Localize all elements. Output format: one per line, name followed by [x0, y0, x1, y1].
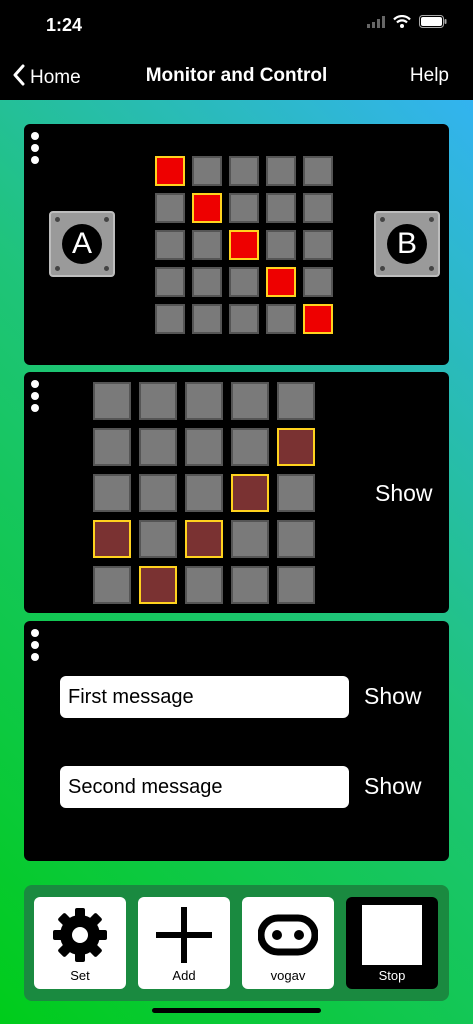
- pattern-cell[interactable]: [231, 474, 269, 512]
- button-a[interactable]: A: [49, 211, 115, 277]
- pattern-cell[interactable]: [277, 520, 315, 558]
- button-b-label: B: [387, 224, 427, 264]
- pattern-cell[interactable]: [185, 474, 223, 512]
- show-first-message-button[interactable]: Show: [364, 683, 422, 710]
- first-message-input[interactable]: [60, 676, 349, 718]
- signal-icon: [367, 15, 385, 33]
- show-pattern-button[interactable]: Show: [375, 480, 433, 507]
- led-cell: [229, 193, 259, 223]
- pattern-cell[interactable]: [277, 474, 315, 512]
- pattern-cell[interactable]: [139, 566, 177, 604]
- set-label: Set: [70, 968, 90, 983]
- pattern-cell[interactable]: [93, 520, 131, 558]
- led-cell: [266, 156, 296, 186]
- back-label: Home: [30, 67, 81, 88]
- led-cell: [192, 304, 222, 334]
- message-panel: Show Show: [24, 621, 449, 861]
- pattern-cell[interactable]: [231, 428, 269, 466]
- button-a-label: A: [62, 224, 102, 264]
- led-cell: [155, 156, 185, 186]
- battery-icon: [419, 15, 447, 33]
- wifi-icon: [393, 15, 411, 33]
- pattern-panel: Show: [24, 372, 449, 613]
- led-cell: [266, 304, 296, 334]
- pattern-cell[interactable]: [93, 428, 131, 466]
- led-cell: [155, 230, 185, 260]
- device-label: vogav: [270, 968, 306, 983]
- led-cell: [229, 304, 259, 334]
- led-cell: [192, 156, 222, 186]
- pattern-cell[interactable]: [139, 382, 177, 420]
- set-button[interactable]: Set: [34, 897, 126, 989]
- pattern-cell[interactable]: [93, 474, 131, 512]
- led-cell: [229, 230, 259, 260]
- led-cell: [192, 193, 222, 223]
- help-button[interactable]: Help: [410, 65, 449, 87]
- led-cell: [303, 304, 333, 334]
- status-time: 1:24: [46, 15, 83, 35]
- led-cell: [303, 193, 333, 223]
- show-second-message-button[interactable]: Show: [364, 773, 422, 800]
- add-button[interactable]: Add: [138, 897, 230, 989]
- add-label: Add: [172, 968, 196, 983]
- content-area: A B Show Show Show: [0, 100, 473, 1024]
- pattern-cell[interactable]: [185, 566, 223, 604]
- pattern-cell[interactable]: [185, 382, 223, 420]
- led-cell: [155, 193, 185, 223]
- home-indicator: [152, 1008, 321, 1013]
- led-cell: [266, 267, 296, 297]
- pattern-cell[interactable]: [185, 428, 223, 466]
- led-cell: [192, 267, 222, 297]
- led-cell: [192, 230, 222, 260]
- panel-menu-icon[interactable]: [31, 132, 41, 164]
- stop-label: Stop: [378, 968, 406, 983]
- led-cell: [266, 193, 296, 223]
- led-cell: [229, 267, 259, 297]
- pattern-cell[interactable]: [277, 428, 315, 466]
- led-cell: [303, 156, 333, 186]
- led-cell: [303, 230, 333, 260]
- pattern-cell[interactable]: [139, 520, 177, 558]
- panel-menu-icon[interactable]: [31, 629, 41, 661]
- pattern-cell[interactable]: [139, 428, 177, 466]
- nav-bar: Home Monitor and Control Help: [0, 52, 473, 100]
- bottom-toolbar: Set Add vogav Stop: [24, 885, 449, 1001]
- back-button[interactable]: Home: [12, 64, 81, 92]
- pattern-cell[interactable]: [231, 520, 269, 558]
- second-message-input[interactable]: [60, 766, 349, 808]
- status-bar: 1:24: [0, 0, 473, 52]
- led-cell: [155, 267, 185, 297]
- status-icons: [367, 15, 447, 33]
- device-button[interactable]: vogav: [242, 897, 334, 989]
- chevron-left-icon: [12, 64, 30, 92]
- pattern-cell[interactable]: [185, 520, 223, 558]
- pattern-cell[interactable]: [231, 566, 269, 604]
- pattern-cell[interactable]: [231, 382, 269, 420]
- pattern-cell[interactable]: [93, 382, 131, 420]
- pattern-cell[interactable]: [277, 382, 315, 420]
- stop-icon: [362, 905, 422, 965]
- button-b[interactable]: B: [374, 211, 440, 277]
- stop-button[interactable]: Stop: [346, 897, 438, 989]
- pattern-cell[interactable]: [277, 566, 315, 604]
- pattern-cell[interactable]: [139, 474, 177, 512]
- led-cell: [229, 156, 259, 186]
- pattern-cell[interactable]: [93, 566, 131, 604]
- led-cell: [155, 304, 185, 334]
- led-cell: [266, 230, 296, 260]
- led-cell: [303, 267, 333, 297]
- led-panel: A B: [24, 124, 449, 365]
- panel-menu-icon[interactable]: [31, 380, 41, 412]
